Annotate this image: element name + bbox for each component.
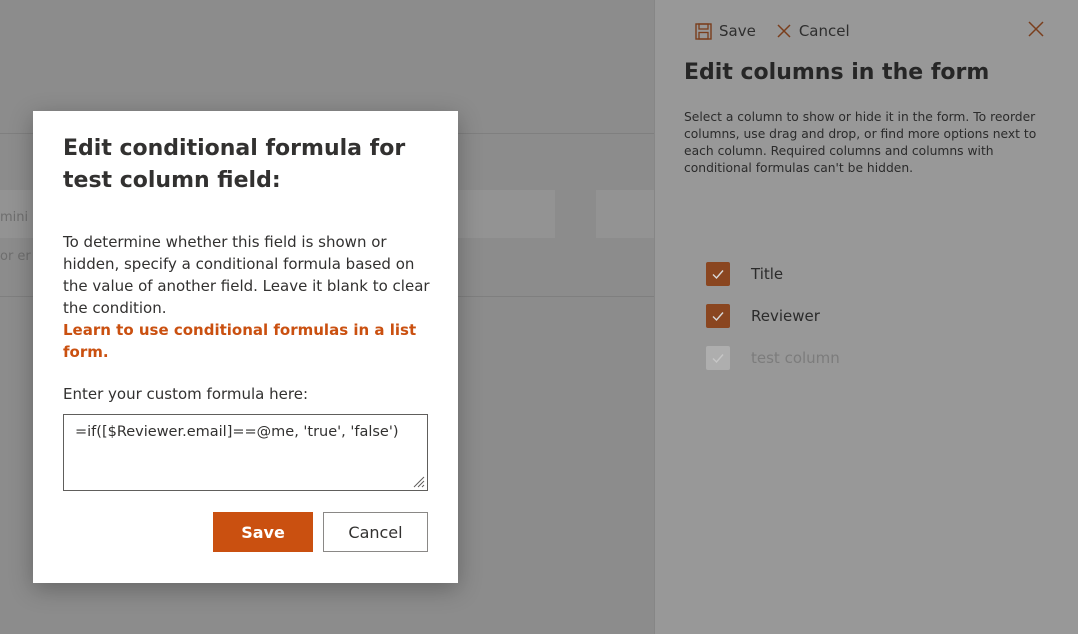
dialog-body-text: To determine whether this field is shown… — [63, 233, 430, 317]
column-item-reviewer[interactable]: Reviewer — [706, 295, 840, 337]
column-label: Title — [751, 265, 784, 283]
column-checkbox[interactable] — [706, 262, 730, 286]
edit-columns-panel: Save Cancel Edit columns in the form Sel… — [654, 0, 1078, 634]
dialog-description: To determine whether this field is shown… — [63, 231, 433, 363]
background-text: mini — [0, 210, 29, 225]
column-checkbox-disabled — [706, 346, 730, 370]
conditional-formulas-help-link[interactable]: Learn to use conditional formulas in a l… — [63, 321, 416, 361]
formula-value: =if([$Reviewer.email]==@me, 'true', 'fal… — [75, 424, 399, 440]
panel-save-label: Save — [719, 22, 756, 40]
panel-command-bar: Save Cancel — [695, 18, 870, 44]
formula-label: Enter your custom formula here: — [63, 385, 308, 403]
close-icon — [1028, 21, 1044, 37]
dialog-title: Edit conditional formula for test column… — [63, 136, 406, 193]
checkmark-icon — [712, 354, 724, 364]
background-text: or er — [0, 249, 31, 264]
save-button[interactable]: Save — [213, 512, 313, 552]
checkmark-icon — [712, 270, 724, 280]
panel-cancel-label: Cancel — [798, 22, 850, 40]
conditional-formula-dialog: Edit conditional formula for test column… — [33, 111, 458, 583]
background-field — [596, 190, 654, 238]
cancel-button[interactable]: Cancel — [323, 512, 428, 552]
checkmark-icon — [712, 312, 724, 322]
panel-cancel-button[interactable]: Cancel — [776, 22, 850, 40]
column-item-title[interactable]: Title — [706, 253, 840, 295]
column-label: test column — [751, 349, 840, 367]
formula-textarea[interactable]: =if([$Reviewer.email]==@me, 'true', 'fal… — [63, 414, 428, 491]
column-item-test-column: test column — [706, 337, 840, 379]
column-list: Title Reviewer test column — [706, 253, 840, 379]
column-label: Reviewer — [751, 307, 820, 325]
resize-grip-icon[interactable] — [411, 474, 425, 488]
panel-save-button[interactable]: Save — [695, 22, 756, 40]
save-icon — [695, 22, 712, 40]
column-checkbox[interactable] — [706, 304, 730, 328]
panel-description: Select a column to show or hide it in th… — [684, 110, 1037, 175]
cancel-icon — [777, 24, 791, 38]
panel-title: Edit columns in the form — [684, 60, 990, 85]
panel-close-button[interactable] — [1025, 18, 1047, 40]
